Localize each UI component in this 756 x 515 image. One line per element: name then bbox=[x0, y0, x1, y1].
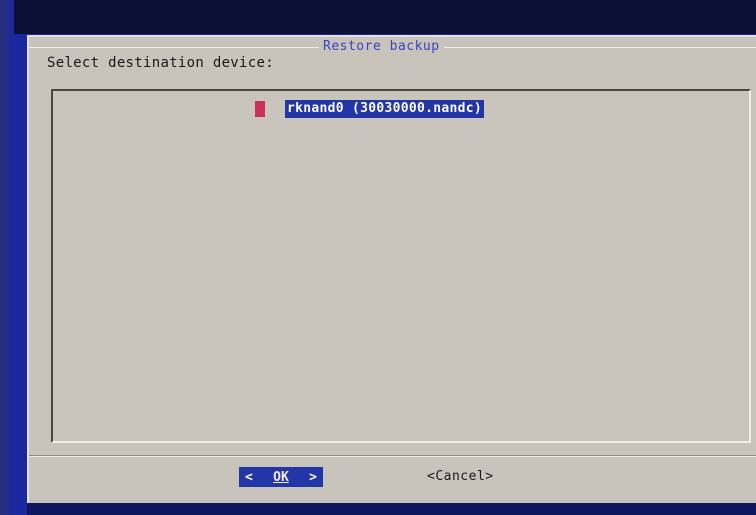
device-label[interactable]: rknand0 (30030000.nandc) bbox=[285, 100, 485, 118]
device-list[interactable]: 0 rknand0 (30030000.nandc) bbox=[51, 89, 751, 443]
item-tag[interactable]: 0 bbox=[255, 101, 265, 117]
ok-right-bracket: > bbox=[309, 469, 317, 485]
screen: Restore backup Select destination device… bbox=[0, 0, 756, 515]
top-band bbox=[0, 0, 756, 34]
ok-button[interactable]: < OK > bbox=[239, 467, 323, 487]
list-item[interactable]: 0 rknand0 (30030000.nandc) bbox=[255, 99, 485, 119]
cancel-button[interactable]: <Cancel> bbox=[427, 468, 494, 486]
left-edge bbox=[0, 0, 14, 515]
ok-label: OK bbox=[273, 469, 289, 485]
ok-left-bracket: < bbox=[245, 469, 253, 485]
button-divider-highlight bbox=[29, 456, 756, 457]
restore-dialog: Restore backup Select destination device… bbox=[27, 35, 756, 503]
dialog-prompt: Select destination device: bbox=[47, 55, 274, 71]
dialog-shadow bbox=[27, 503, 756, 515]
dialog-title: Restore backup bbox=[319, 39, 444, 54]
